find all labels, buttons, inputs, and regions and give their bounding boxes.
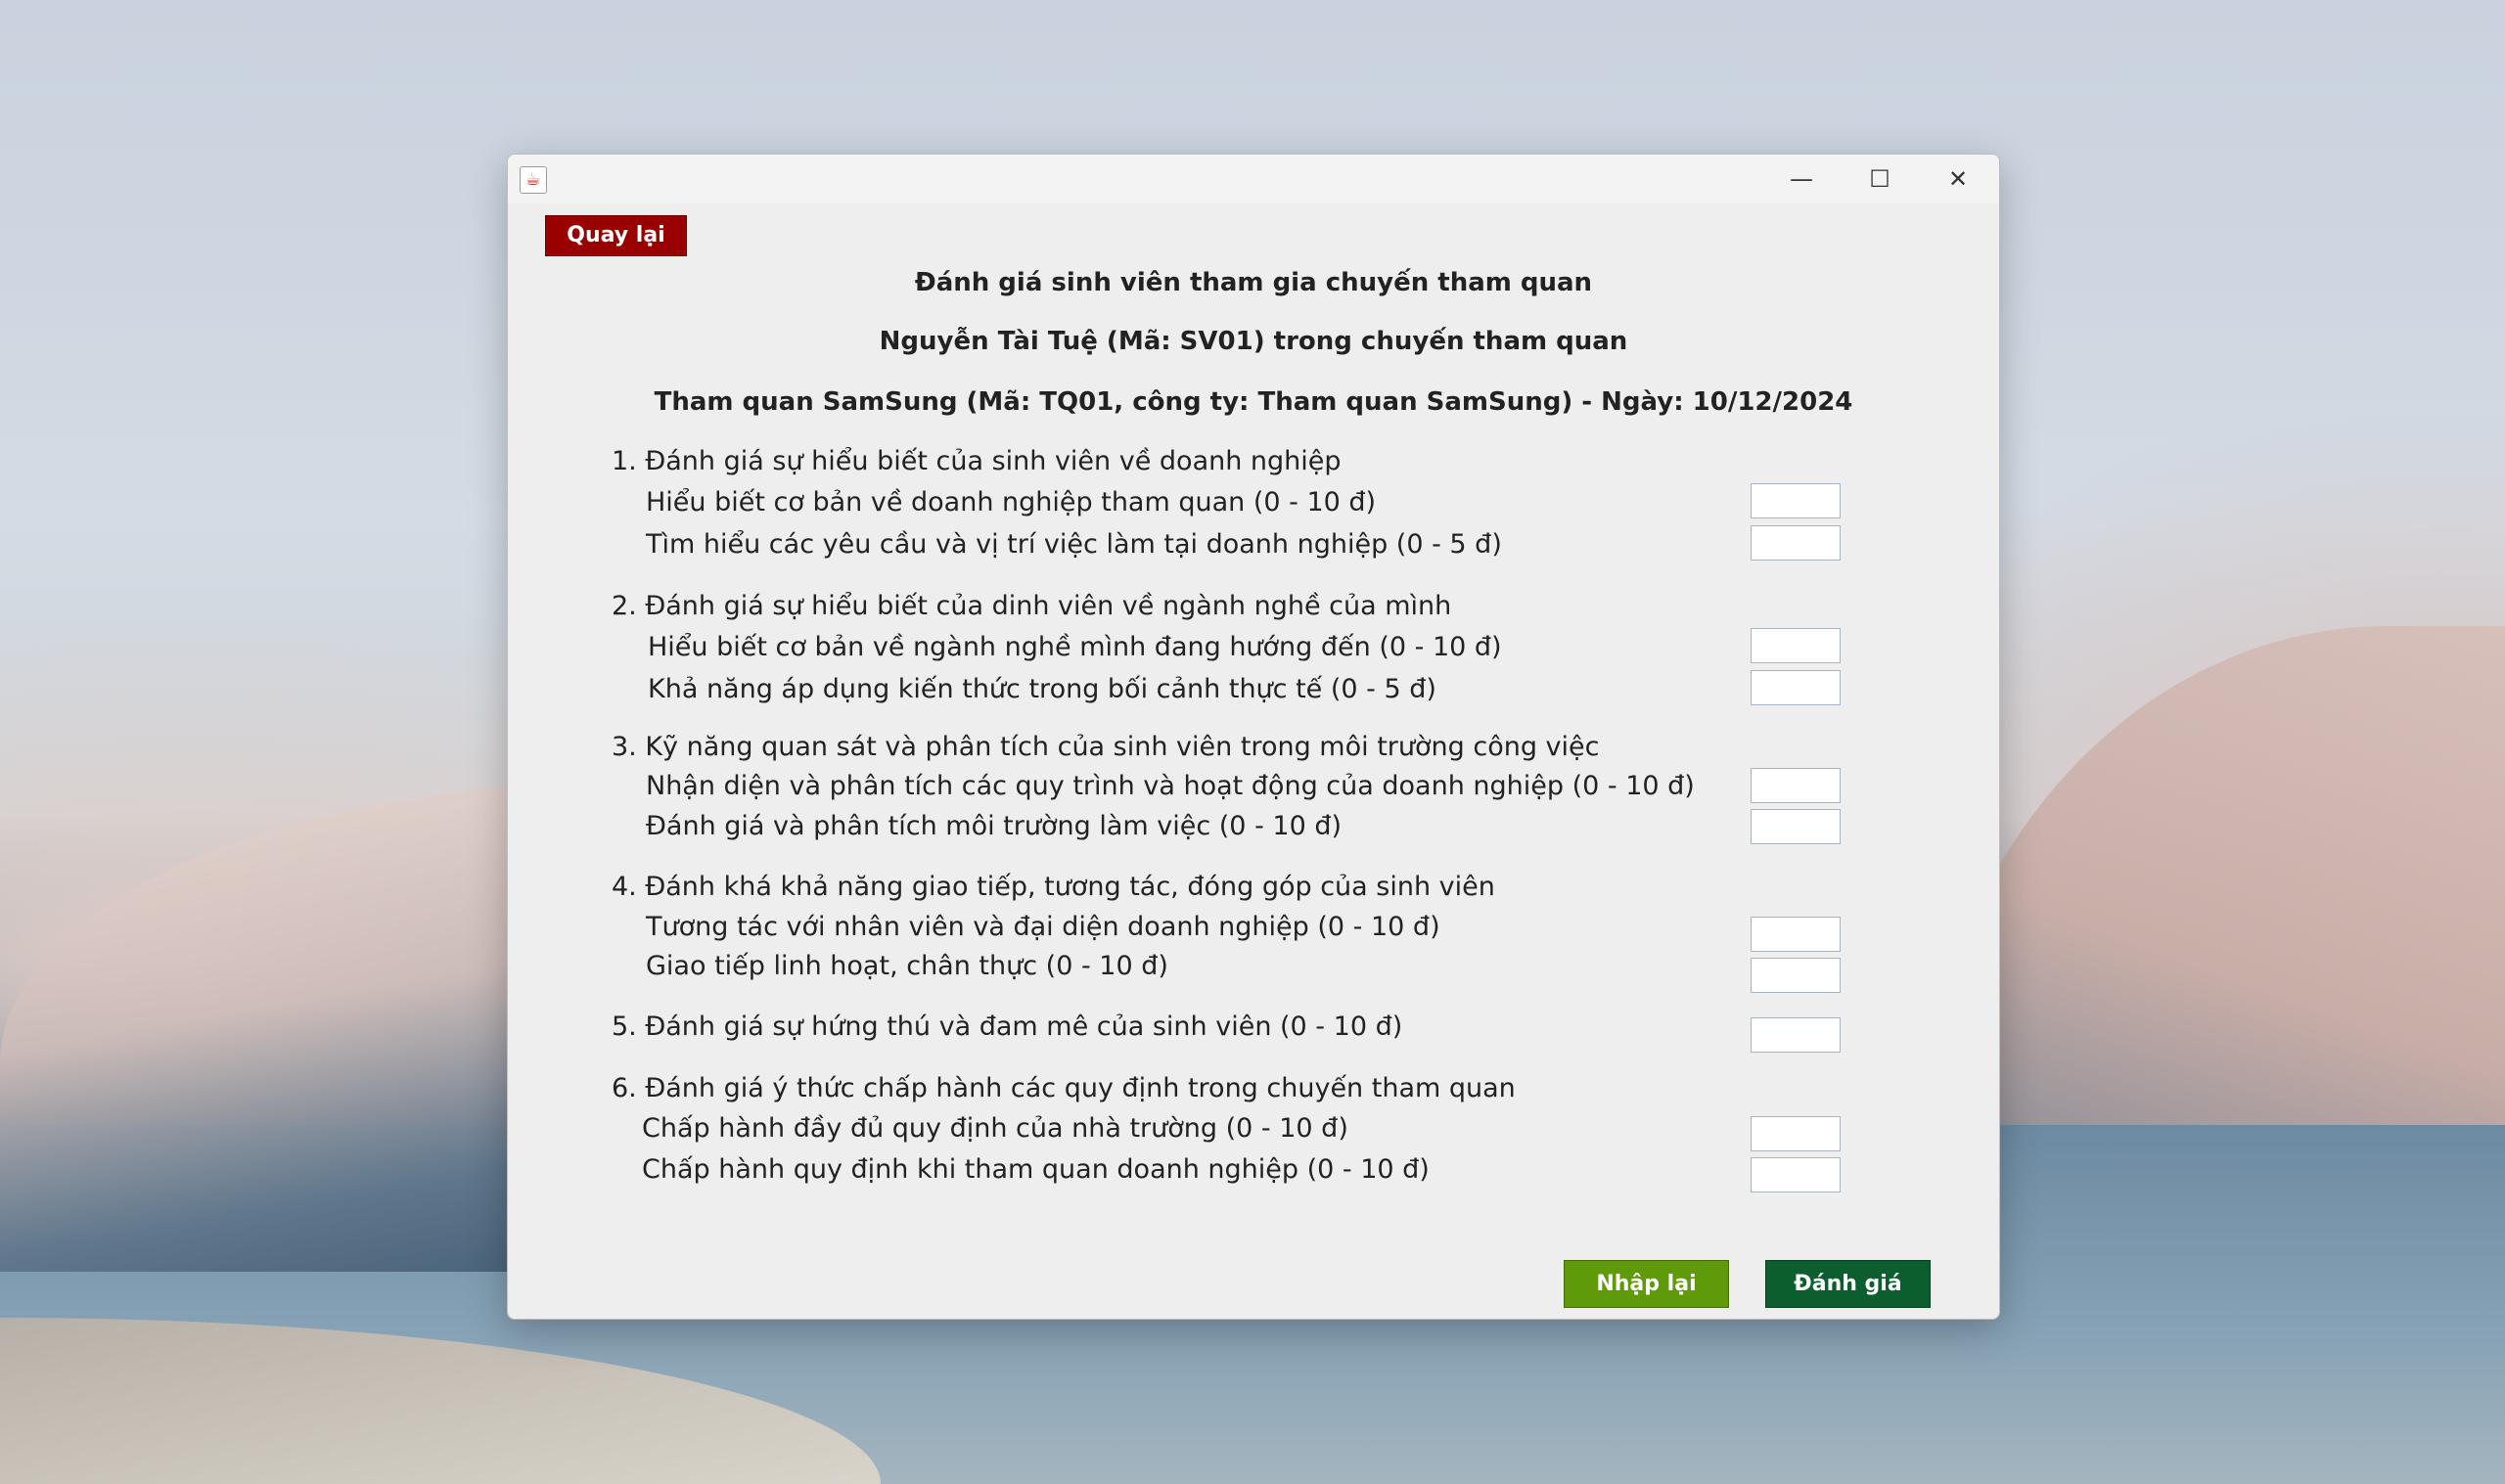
maximize-button[interactable]: ☐ — [1841, 155, 1919, 203]
title-bar[interactable]: ☕ — ☐ ✕ — [508, 155, 1999, 203]
criterion-6-1-label: Chấp hành đầy đủ quy định của nhà trường… — [642, 1113, 1348, 1144]
criterion-3-2-score-input[interactable] — [1751, 809, 1841, 844]
student-info: Nguyễn Tài Tuệ (Mã: SV01) trong chuyến t… — [879, 327, 1628, 356]
section-6-title: 6. Đánh giá ý thức chấp hành các quy địn… — [612, 1073, 1516, 1103]
section-3-title: 3. Kỹ năng quan sát và phân tích của sin… — [612, 732, 1600, 762]
criterion-1-2-label: Tìm hiểu các yêu cầu và vị trí việc làm … — [646, 529, 1502, 560]
criterion-4-2-label: Giao tiếp linh hoạt, chân thực (0 - 10 đ… — [646, 951, 1168, 981]
criterion-2-1-label: Hiểu biết cơ bản về ngành nghề mình đang… — [648, 632, 1502, 662]
section-4-title: 4. Đánh khá khả năng giao tiếp, tương tá… — [612, 872, 1495, 902]
criterion-2-2-label: Khả năng áp dụng kiến thức trong bối cản… — [648, 674, 1436, 704]
trip-info: Tham quan SamSung (Mã: TQ01, công ty: Th… — [654, 387, 1853, 417]
page-title: Đánh giá sinh viên tham gia chuyến tham … — [914, 268, 1593, 297]
minimize-button[interactable]: — — [1762, 155, 1841, 203]
criterion-6-1-score-input[interactable] — [1751, 1116, 1841, 1151]
criterion-1-2-score-input[interactable] — [1751, 525, 1841, 561]
criterion-2-2-score-input[interactable] — [1751, 670, 1841, 705]
criterion-1-1-label: Hiểu biết cơ bản về doanh nghiệp tham qu… — [646, 487, 1377, 517]
back-button[interactable]: Quay lại — [545, 215, 687, 256]
criterion-6-2-score-input[interactable] — [1751, 1157, 1841, 1192]
evaluation-window: ☕ — ☐ ✕ Quay lại Đánh giá sinh viên tham… — [507, 154, 2000, 1320]
reset-button[interactable]: Nhập lại — [1564, 1260, 1729, 1308]
section-1-title: 1. Đánh giá sự hiểu biết của sinh viên v… — [612, 446, 1342, 476]
criterion-4-1-label: Tương tác với nhân viên và đại diện doan… — [646, 912, 1440, 942]
section-5-score-input[interactable] — [1751, 1017, 1841, 1053]
criterion-3-1-label: Nhận diện và phân tích các quy trình và … — [646, 771, 1695, 801]
close-button[interactable]: ✕ — [1919, 155, 1997, 203]
section-2-title: 2. Đánh giá sự hiểu biết của dinh viên v… — [612, 591, 1452, 621]
criterion-1-1-score-input[interactable] — [1751, 483, 1841, 518]
section-5-title: 5. Đánh giá sự hứng thú và đam mê của si… — [612, 1012, 1403, 1042]
criterion-3-2-label: Đánh giá và phân tích môi trường làm việ… — [646, 811, 1343, 841]
criterion-6-2-label: Chấp hành quy định khi tham quan doanh n… — [642, 1154, 1430, 1185]
criterion-4-1-score-input[interactable] — [1751, 917, 1841, 952]
submit-evaluation-button[interactable]: Đánh giá — [1765, 1260, 1931, 1308]
criterion-4-2-score-input[interactable] — [1751, 958, 1841, 993]
criterion-2-1-score-input[interactable] — [1751, 628, 1841, 663]
criterion-3-1-score-input[interactable] — [1751, 768, 1841, 803]
java-app-icon: ☕ — [520, 166, 547, 194]
